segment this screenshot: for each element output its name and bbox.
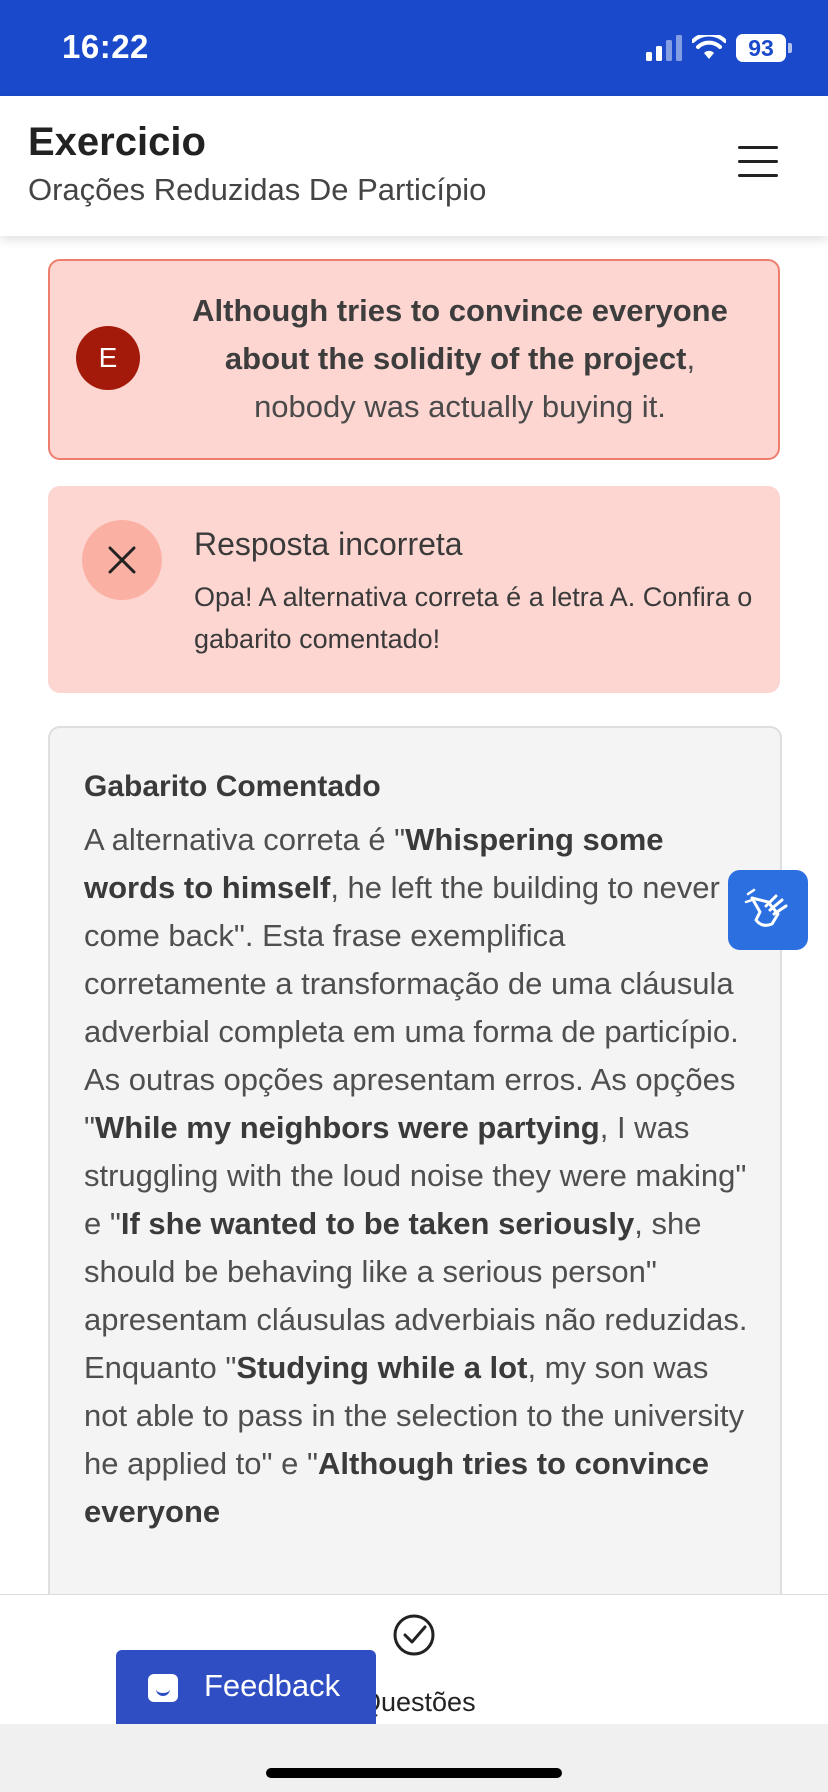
app-header: Exercicio Orações Reduzidas De Particípi… — [0, 96, 828, 236]
answer-letter-badge: E — [76, 326, 140, 390]
result-message: Opa! A alternativa correta é a letra A. … — [194, 582, 753, 654]
check-circle-icon[interactable] — [392, 1613, 436, 1657]
feedback-label: Feedback — [204, 1668, 341, 1703]
gabarito-highlight: Studying while a lot — [236, 1350, 528, 1385]
sign-language-icon — [744, 888, 788, 927]
libras-accessibility-button[interactable] — [728, 870, 808, 950]
gabarito-text: , he left the building to never come bac… — [84, 870, 739, 1145]
close-icon — [108, 546, 136, 574]
incorrect-icon-circle — [82, 520, 162, 600]
gabarito-highlight: If she wanted to be taken seriously — [120, 1206, 635, 1241]
status-bar: 16:22 93 — [0, 0, 828, 96]
battery-tip — [788, 43, 792, 53]
home-indicator[interactable] — [266, 1768, 562, 1778]
hamburger-icon — [738, 146, 778, 149]
result-card: Resposta incorreta Opa! A alternativa co… — [48, 486, 780, 693]
status-icons: 93 — [646, 34, 792, 62]
page-title: Exercicio — [28, 120, 206, 164]
gabarito-title: Gabarito Comentado — [84, 770, 381, 803]
nav-questoes-label[interactable]: Questões — [360, 1687, 500, 1718]
wifi-icon — [692, 35, 726, 59]
gabarito-highlight: While my neighbors were partying — [95, 1110, 600, 1145]
result-title: Resposta incorreta — [194, 526, 463, 562]
battery-indicator: 93 — [736, 34, 786, 62]
page-subtitle: Orações Reduzidas De Particípio — [28, 172, 487, 207]
gabarito-body: A alternativa correta é "Whispering some… — [84, 816, 754, 1536]
gabarito-card: Gabarito Comentado A alternativa correta… — [48, 726, 782, 1630]
answer-bold-text: Although tries to convince everyone abou… — [192, 293, 728, 376]
menu-button[interactable] — [738, 146, 778, 178]
selected-answer-card[interactable]: E Although tries to convince everyone ab… — [48, 259, 780, 460]
status-time: 16:22 — [62, 28, 149, 65]
feedback-smile-icon — [148, 1674, 178, 1702]
answer-text: Although tries to convince everyone abou… — [170, 287, 750, 431]
gabarito-text: A alternativa correta é " — [84, 822, 406, 857]
feedback-button[interactable]: Feedback — [116, 1650, 376, 1724]
home-indicator-area — [0, 1724, 828, 1792]
signal-icon — [646, 35, 682, 61]
